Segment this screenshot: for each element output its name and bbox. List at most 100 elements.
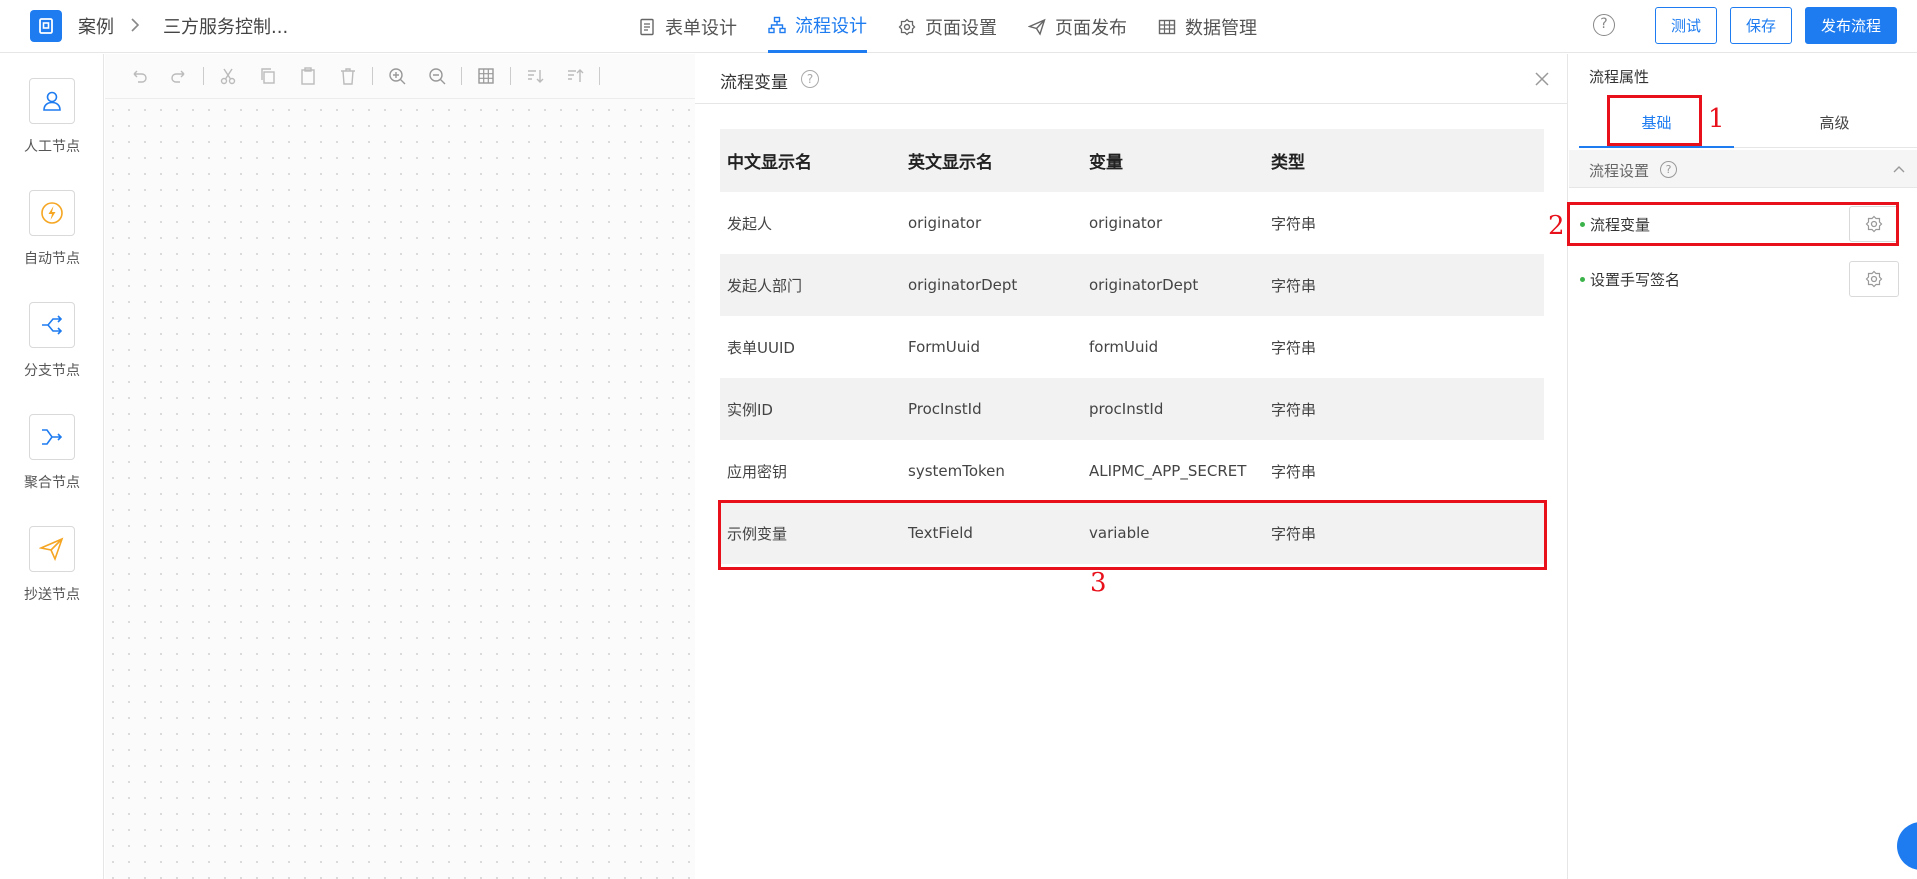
tab-page-publish[interactable]: 页面发布: [1028, 0, 1127, 53]
node-box[interactable]: [29, 414, 75, 460]
table-header-row: 中文显示名 英文显示名 变量 类型: [720, 129, 1544, 192]
signature-settings-button[interactable]: [1849, 261, 1899, 297]
column-header: 英文显示名: [901, 129, 1082, 192]
annotation-number: 2: [1548, 211, 1565, 241]
table-cell: 字符串: [1271, 214, 1317, 233]
paste-icon[interactable]: [288, 54, 328, 99]
undo-icon[interactable]: [119, 54, 159, 99]
palette-node-cc[interactable]: 抄送节点: [0, 526, 104, 604]
section-label: 流程设置: [1589, 162, 1650, 180]
node-label: 分支节点: [24, 363, 80, 379]
tab-advanced[interactable]: 高级: [1752, 99, 1917, 148]
publish-flow-button[interactable]: 发布流程: [1805, 7, 1897, 44]
branch-icon: [42, 315, 63, 335]
send-icon: [39, 537, 64, 562]
redo-icon[interactable]: [159, 54, 199, 99]
table-cell: 字符串: [1264, 378, 1544, 440]
palette-node-merge[interactable]: 聚合节点: [0, 414, 104, 492]
copy-icon[interactable]: [248, 54, 288, 99]
design-canvas[interactable]: [105, 54, 695, 879]
zoom-out-icon[interactable]: [417, 54, 457, 99]
table-cell: 字符串: [1271, 338, 1317, 357]
save-button[interactable]: 保存: [1730, 7, 1792, 44]
breadcrumb-app[interactable]: 案例: [78, 13, 114, 39]
table-cell: systemToken: [908, 462, 1005, 480]
help-icon[interactable]: ?: [1593, 14, 1615, 36]
gear-icon: [1865, 270, 1883, 288]
chevron-up-icon[interactable]: [1892, 162, 1906, 176]
tab-page-publish-label: 页面发布: [1055, 17, 1127, 39]
toolbar-divider: [372, 67, 373, 85]
flow-variables-panel: 流程变量 ? 中文显示名 英文显示名 变量 类型 发起人 originator …: [695, 54, 1568, 879]
paper-plane-icon: [1028, 18, 1046, 36]
node-label: 自动节点: [24, 251, 80, 267]
palette-node-auto[interactable]: 自动节点: [0, 190, 104, 268]
node-box[interactable]: [29, 190, 75, 236]
toolbar-divider: [510, 67, 511, 85]
node-box[interactable]: [29, 78, 75, 124]
table-cell: 发起人部门: [720, 254, 901, 316]
column-header: 中文显示名: [720, 129, 901, 192]
prop-label: 设置手写签名: [1590, 271, 1681, 289]
palette-node-manual[interactable]: 人工节点: [0, 78, 104, 156]
table-cell: originator: [1089, 214, 1163, 232]
table-row[interactable]: 发起人部门 originatorDept originatorDept 字符串: [720, 254, 1544, 316]
flow-settings-section[interactable]: 流程设置 ?: [1569, 150, 1917, 188]
delete-icon[interactable]: [328, 54, 368, 99]
annotation-box-flow-variables: [1567, 202, 1899, 246]
variables-table: 中文显示名 英文显示名 变量 类型 发起人 originator origina…: [720, 129, 1544, 564]
node-box[interactable]: [29, 302, 75, 348]
grid-icon[interactable]: [466, 54, 506, 99]
tab-form-design[interactable]: 表单设计: [638, 0, 737, 53]
annotation-box-example-row: [718, 500, 1547, 570]
sort-asc-icon[interactable]: [555, 54, 595, 99]
merge-icon: [42, 429, 63, 445]
tab-page-settings-label: 页面设置: [925, 17, 997, 39]
node-label: 抄送节点: [24, 587, 80, 603]
breadcrumb-page[interactable]: 三方服务控制...: [163, 13, 288, 39]
table-cell: 字符串: [1271, 462, 1317, 481]
panel-title: 流程变量: [720, 73, 788, 93]
help-icon[interactable]: ?: [801, 70, 819, 88]
node-label: 聚合节点: [24, 475, 80, 491]
close-icon[interactable]: [1532, 69, 1552, 89]
top-bar: 案例 三方服务控制... 表单设计 流程设计 页面设置 页面发布 数据管理 ? …: [0, 0, 1917, 53]
toolbar-divider: [599, 67, 600, 85]
table-cell: 发起人: [727, 214, 773, 233]
sort-desc-icon[interactable]: [515, 54, 555, 99]
zoom-in-icon[interactable]: [377, 54, 417, 99]
test-button[interactable]: 测试: [1655, 7, 1717, 44]
tab-data-management[interactable]: 数据管理: [1158, 0, 1257, 53]
table-cell: formUuid: [1089, 338, 1159, 356]
table-cell: ALIPMC_APP_SECRET: [1089, 462, 1247, 480]
tab-flow-design[interactable]: 流程设计: [768, 0, 867, 53]
palette-node-branch[interactable]: 分支节点: [0, 302, 104, 380]
table-cell: ProcInstId: [901, 378, 1082, 440]
column-header: 类型: [1264, 129, 1544, 192]
chevron-right-icon: [131, 18, 140, 32]
table-row[interactable]: 实例ID ProcInstId procInstId 字符串: [720, 378, 1544, 440]
person-icon: [43, 91, 61, 111]
gear-icon: [898, 18, 916, 35]
table-icon: [1158, 19, 1176, 34]
document-icon: [640, 18, 654, 35]
table-row[interactable]: 表单UUID FormUuid formUuid 字符串: [720, 316, 1544, 378]
app-logo-icon[interactable]: [30, 10, 62, 42]
cut-icon[interactable]: [208, 54, 248, 99]
toolbar-divider: [461, 67, 462, 85]
table-cell: 表单UUID: [727, 338, 795, 357]
table-cell: originatorDept: [1082, 254, 1264, 316]
table-row[interactable]: 发起人 originator originator 字符串: [720, 192, 1544, 254]
annotation-box-basic-tab: [1607, 95, 1702, 146]
tab-page-settings[interactable]: 页面设置: [898, 0, 997, 53]
column-header: 变量: [1082, 129, 1264, 192]
flow-chart-icon: [768, 16, 786, 34]
flow-properties-panel: 流程属性 基础 高级 流程设置 ? 流程变量 设置手写签名: [1569, 54, 1917, 879]
tab-data-management-label: 数据管理: [1185, 17, 1257, 39]
node-box[interactable]: [29, 526, 75, 572]
table-cell: procInstId: [1082, 378, 1264, 440]
lightning-icon: [41, 202, 63, 224]
table-row[interactable]: 应用密钥 systemToken ALIPMC_APP_SECRET 字符串: [720, 440, 1544, 502]
help-icon[interactable]: ?: [1660, 161, 1677, 178]
properties-title: 流程属性: [1589, 68, 1650, 86]
